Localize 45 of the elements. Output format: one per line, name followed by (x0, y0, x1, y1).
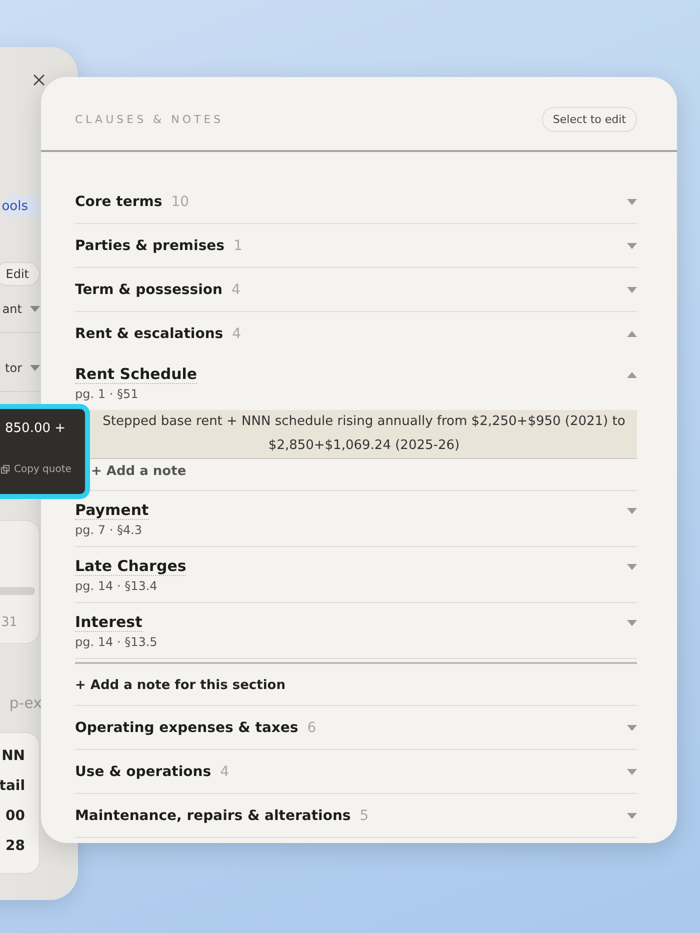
caret-icon (627, 242, 637, 248)
section-label: p-ex (9, 694, 42, 712)
copy-icon (1, 465, 10, 474)
card-value: 31 (1, 615, 17, 630)
clause-reference: pg. 14 · §13.4 (75, 579, 158, 593)
clause-title[interactable]: Late Charges (75, 557, 186, 576)
clause-title[interactable]: Interest (75, 613, 142, 632)
caret-icon (627, 330, 637, 336)
section-header[interactable]: Maintenance, repairs & alterations 5 (75, 794, 637, 838)
dropdown[interactable]: tor (0, 361, 40, 392)
section-header[interactable]: Core terms 10 (75, 180, 637, 224)
clause-title[interactable]: Payment (75, 501, 149, 520)
caret-icon (30, 306, 40, 312)
section-header[interactable]: Operating expenses & taxes 6 (75, 706, 637, 750)
section-header[interactable]: Use & operations 4 (75, 750, 637, 794)
summary-line: 00 (4, 807, 25, 826)
caret-icon (627, 724, 637, 730)
caret-icon[interactable] (627, 620, 637, 626)
caret-icon (627, 812, 637, 818)
caret-icon (627, 286, 637, 292)
tooltip-amount: 850.00 + (5, 421, 67, 436)
section-header[interactable]: Rent & escalations 4 (75, 312, 637, 355)
section-header[interactable]: Term & possession 4 (75, 268, 637, 312)
caret-icon[interactable] (627, 372, 637, 378)
dropdown[interactable]: ant (0, 302, 40, 333)
clause-reference: pg. 1 · §51 (75, 387, 140, 401)
caret-icon (627, 768, 637, 774)
clause-reference: pg. 7 · §4.3 (75, 523, 144, 537)
caret-icon[interactable] (627, 564, 637, 570)
add-section-note-link[interactable]: + Add a note for this section (75, 662, 637, 706)
tab-chip[interactable]: ools (2, 195, 42, 218)
close-icon[interactable] (33, 74, 45, 86)
caret-icon[interactable] (627, 508, 637, 514)
summary-line: 28 (4, 837, 25, 856)
add-note-link[interactable]: + Add a note (91, 464, 637, 479)
section-header[interactable]: Parties & premises 1 (75, 224, 637, 268)
edit-button[interactable]: Edit (0, 262, 40, 286)
caret-icon (30, 365, 40, 371)
panel-title: CLAUSES & NOTES (75, 113, 224, 126)
summary-line: NN (0, 747, 25, 766)
clause-title[interactable]: Rent Schedule (75, 365, 198, 384)
copy-quote-button[interactable]: Copy quote (1, 464, 85, 475)
caret-icon (627, 198, 637, 204)
select-to-edit-button[interactable]: Select to edit (542, 107, 637, 132)
clause-reference: pg. 14 · §13.5 (75, 635, 158, 649)
